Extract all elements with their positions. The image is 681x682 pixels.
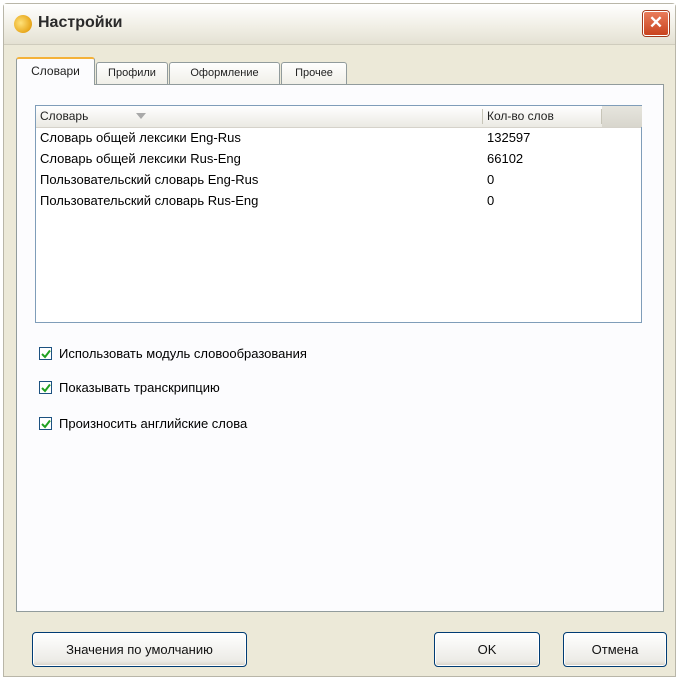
tab-appearance[interactable]: Оформление (169, 62, 280, 84)
header-filler (602, 106, 642, 127)
dictionary-name: Пользовательский словарь Eng-Rus (40, 172, 259, 187)
list-item[interactable]: Пользовательский словарь Eng-Rus 0 (40, 172, 630, 192)
tab-profiles[interactable]: Профили (96, 62, 168, 84)
sort-arrow-icon (136, 113, 146, 119)
option-label[interactable]: Произносить английские слова (59, 416, 247, 431)
tab-panel-dictionaries: Словарь Кол-во слов Словарь общей лексик… (16, 84, 664, 612)
list-header: Словарь Кол-во слов (36, 106, 642, 128)
close-button[interactable]: ✕ (643, 11, 669, 36)
checkmark-icon (41, 349, 51, 359)
column-separator[interactable] (482, 109, 483, 124)
settings-dialog: Настройки ✕ Словари Профили Оформление П… (3, 3, 676, 677)
column-header-dictionary[interactable]: Словарь (40, 109, 88, 123)
word-count: 66102 (487, 151, 524, 166)
title-bar[interactable]: Настройки ✕ (4, 4, 675, 45)
ok-button[interactable]: OK (434, 632, 540, 667)
tab-other[interactable]: Прочее (281, 62, 347, 84)
list-item[interactable]: Словарь общей лексики Rus-Eng 66102 (40, 151, 630, 171)
app-icon (11, 12, 35, 36)
checkmark-icon (41, 383, 51, 393)
word-count: 0 (487, 172, 495, 187)
window-title: Настройки (38, 14, 123, 31)
word-count: 0 (487, 193, 495, 208)
dictionary-list[interactable]: Словарь Кол-во слов Словарь общей лексик… (35, 105, 642, 323)
cancel-button[interactable]: Отмена (563, 632, 667, 667)
word-formation-checkbox[interactable] (39, 347, 52, 360)
option-label[interactable]: Использовать модуль словообразования (59, 346, 307, 361)
dictionary-name: Словарь общей лексики Rus-Eng (40, 151, 241, 166)
word-count: 132597 (487, 130, 531, 145)
tab-dictionaries[interactable]: Словари (16, 57, 95, 85)
dictionary-name: Пользовательский словарь Rus-Eng (40, 193, 259, 208)
defaults-button[interactable]: Значения по умолчанию (32, 632, 247, 667)
checkmark-icon (41, 419, 51, 429)
pronounce-words-checkbox[interactable] (39, 417, 52, 430)
list-item[interactable]: Пользовательский словарь Rus-Eng 0 (40, 193, 630, 213)
dictionary-name: Словарь общей лексики Eng-Rus (40, 130, 241, 145)
show-transcription-checkbox[interactable] (39, 381, 52, 394)
column-header-word-count[interactable]: Кол-во слов (487, 109, 554, 123)
option-label[interactable]: Показывать транскрипцию (59, 380, 220, 395)
list-item[interactable]: Словарь общей лексики Eng-Rus 132597 (40, 130, 630, 150)
